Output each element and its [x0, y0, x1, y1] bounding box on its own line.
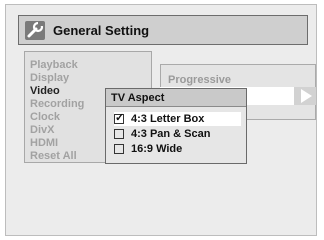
- tv-aspect-dialog: TV Aspect ✓ 4:3 Letter Box 4:3 Pan & Sca…: [105, 88, 247, 164]
- dialog-header: TV Aspect: [106, 89, 246, 107]
- screen-frame: General Setting Playback Display Video R…: [5, 4, 317, 236]
- dialog-title: TV Aspect: [111, 92, 165, 104]
- option-label: 4:3 Letter Box: [131, 113, 205, 125]
- checkbox[interactable]: ✓: [114, 112, 125, 124]
- checkmark-icon: ✓: [115, 112, 125, 124]
- page-title: General Setting: [53, 23, 150, 38]
- submenu-item-progressive[interactable]: Progressive: [168, 74, 231, 86]
- submenu-arrow-box[interactable]: [294, 87, 316, 105]
- menu-item-video[interactable]: Video: [30, 84, 60, 98]
- menu-item-hdmi[interactable]: HDMI: [30, 136, 58, 150]
- menu-item-display[interactable]: Display: [30, 71, 69, 85]
- title-bar: General Setting: [18, 15, 308, 45]
- arrow-right-icon: [301, 89, 312, 103]
- option-wide[interactable]: 16:9 Wide: [114, 142, 241, 156]
- option-pan-scan[interactable]: 4:3 Pan & Scan: [114, 127, 241, 141]
- checkbox[interactable]: [114, 144, 124, 154]
- option-label: 4:3 Pan & Scan: [131, 128, 211, 140]
- checkbox[interactable]: [114, 129, 124, 139]
- menu-item-playback[interactable]: Playback: [30, 58, 78, 72]
- menu-item-recording[interactable]: Recording: [30, 97, 84, 111]
- option-label: 16:9 Wide: [131, 143, 183, 155]
- menu-item-clock[interactable]: Clock: [30, 110, 60, 124]
- menu-item-reset-all[interactable]: Reset All: [30, 149, 77, 163]
- wrench-icon: [25, 21, 45, 40]
- option-letter-box[interactable]: ✓ 4:3 Letter Box: [114, 112, 241, 126]
- menu-item-divx[interactable]: DivX: [30, 123, 54, 137]
